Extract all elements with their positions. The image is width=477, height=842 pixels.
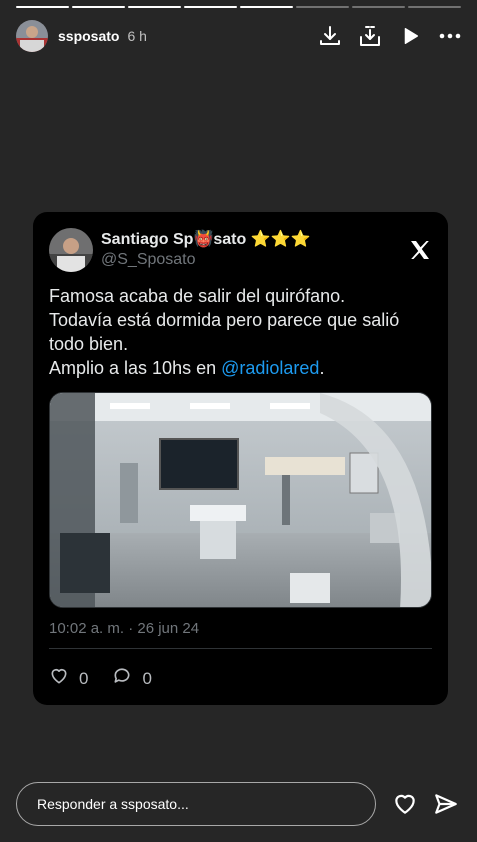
avatar[interactable] <box>16 20 48 52</box>
download-icon[interactable] <box>317 23 343 49</box>
send-icon[interactable] <box>433 791 459 817</box>
progress-segment <box>128 6 181 8</box>
tweet-image[interactable] <box>49 392 432 608</box>
more-icon[interactable] <box>437 23 463 49</box>
tweet-date: 10:02 a. m. · 26 jun 24 <box>49 620 200 637</box>
x-logo-icon <box>408 238 432 262</box>
tweet-card[interactable]: Santiago Sp👹sato ⭐⭐⭐ @S_Sposato Famosa a… <box>33 212 448 705</box>
heart-icon[interactable] <box>392 791 418 817</box>
reply-button[interactable]: 0 <box>112 666 152 691</box>
heart-icon <box>49 666 69 691</box>
story-header: ssposato 6 h <box>16 18 463 54</box>
tweet-avatar <box>49 228 93 272</box>
progress-segment <box>16 6 69 8</box>
tweet-line: todo bien. <box>49 334 129 354</box>
progress-segment <box>296 6 349 8</box>
progress-segment <box>72 6 125 8</box>
like-button[interactable]: 0 <box>49 666 88 691</box>
progress-segment <box>184 6 237 8</box>
time-ago: 6 h <box>127 28 147 44</box>
reply-count: 0 <box>142 668 152 688</box>
tweet-line: Famosa acaba de salir del quirófano. <box>49 286 346 306</box>
tweet-author-name: Santiago Sp👹sato ⭐⭐⭐ <box>101 231 311 248</box>
reply-input[interactable]: Responder a ssposato... <box>16 782 376 826</box>
tweet-line: Amplio a las 10hs en @radiolared. <box>49 358 325 378</box>
like-count: 0 <box>79 668 89 688</box>
progress-segment <box>352 6 405 8</box>
divider <box>49 648 432 649</box>
username[interactable]: ssposato <box>58 28 119 44</box>
story-progress <box>16 6 461 8</box>
progress-segment <box>240 6 293 8</box>
tweet-text: Famosa acaba de salir del quirófano. Tod… <box>49 284 439 380</box>
add-to-story-icon[interactable] <box>357 23 383 49</box>
progress-segment <box>408 6 461 8</box>
tweet-author-handle: @S_Sposato <box>101 251 196 268</box>
tweet-line: Todavía está dormida pero parece que sal… <box>49 310 400 330</box>
mention-link[interactable]: @radiolared <box>221 358 319 378</box>
comment-icon <box>112 666 132 691</box>
play-icon[interactable] <box>397 23 423 49</box>
